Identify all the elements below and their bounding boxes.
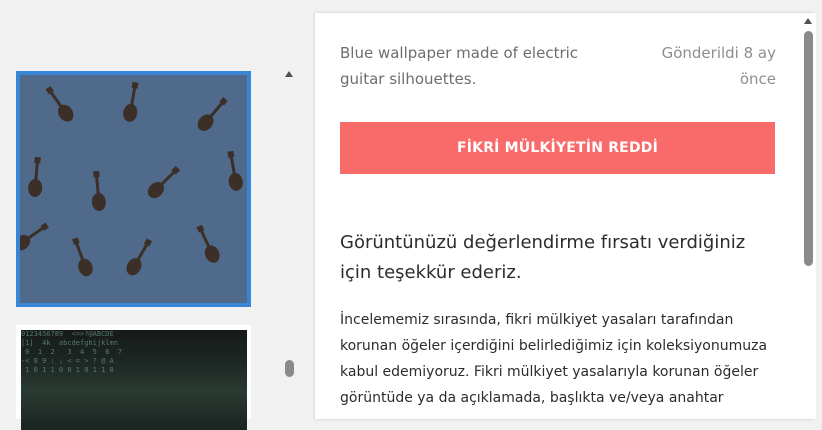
status-badge: FİKRİ MÜLKİYETİN REDDİ <box>340 122 775 174</box>
guitar-wallpaper-image <box>20 81 245 279</box>
submission-detail-panel: Blue wallpaper made of electric guitar s… <box>315 13 813 419</box>
guitar-silhouettes <box>20 81 245 279</box>
scroll-up-arrow-icon[interactable] <box>285 71 293 77</box>
submission-list: 0123456789 <=>?@ABCDE [1] 4k abcdefghijk… <box>0 0 300 430</box>
panel-scrollbar[interactable] <box>800 13 816 419</box>
image-description: Blue wallpaper made of electric guitar s… <box>340 44 579 88</box>
list-scrollbar[interactable] <box>281 66 297 419</box>
scroll-up-arrow-icon[interactable] <box>804 18 812 24</box>
matrix-code-text: 0123456789 <=>?@ABCDE [1] 4k abcdefghijk… <box>21 330 123 374</box>
thanks-heading: Görüntünüzü değerlendirme fırsatı verdiğ… <box>340 232 746 283</box>
status-badge-label: FİKRİ MÜLKİYETİN REDDİ <box>456 140 658 156</box>
submission-thumbnail-selected[interactable] <box>16 71 251 307</box>
rejection-explanation: İncelememiz sırasında, fikri mülkiyet ya… <box>340 312 768 406</box>
scrollbar-thumb[interactable] <box>285 360 294 377</box>
matrix-code-image: 0123456789 <=>?@ABCDE [1] 4k abcdefghijk… <box>21 330 247 430</box>
scrollbar-thumb[interactable] <box>804 31 813 266</box>
submission-thumbnail[interactable]: 0123456789 <=>?@ABCDE [1] 4k abcdefghijk… <box>16 325 251 430</box>
submitted-time: Gönderildi 8 ay önce <box>661 44 776 88</box>
